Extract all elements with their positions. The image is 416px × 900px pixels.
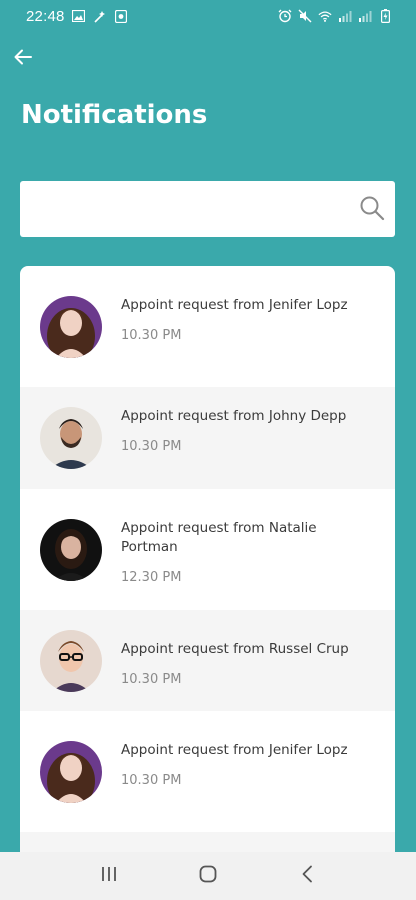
- status-left: 22:48: [26, 8, 128, 25]
- notification-text: Appoint request from Jenifer Lopz 10.30 …: [121, 296, 366, 343]
- notification-time: 10.30 PM: [121, 439, 182, 454]
- app-icon: [114, 9, 128, 23]
- back-button[interactable]: [10, 46, 36, 72]
- notification-title: Appoint request from Johny Depp: [121, 408, 347, 424]
- avatar: [40, 296, 102, 358]
- notification-title: Appoint request from Natalie Portman: [121, 520, 317, 555]
- notification-time: 10.30 PM: [121, 328, 182, 343]
- search-icon[interactable]: [359, 195, 385, 221]
- system-back-button[interactable]: [287, 856, 327, 896]
- battery-icon: [378, 9, 392, 23]
- avatar: [40, 630, 102, 692]
- image-icon: [72, 9, 86, 23]
- search-box[interactable]: [20, 181, 395, 237]
- home-button[interactable]: [188, 856, 228, 896]
- notification-title: Appoint request from Jenifer Lopz: [121, 742, 348, 758]
- status-bar: 22:48: [0, 0, 416, 32]
- recent-apps-button[interactable]: [89, 856, 129, 896]
- notification-item[interactable]: Appoint request from Natalie Portman 12.…: [20, 489, 395, 610]
- avatar: [40, 741, 102, 803]
- wifi-icon: [318, 9, 332, 23]
- notification-text: Appoint request from Russel Crup 10.30 P…: [121, 640, 366, 687]
- wand-icon: [93, 9, 107, 23]
- avatar: [40, 407, 102, 469]
- notification-title: Appoint request from Russel Crup: [121, 641, 349, 657]
- status-right: [278, 9, 392, 23]
- search-input[interactable]: [20, 181, 350, 237]
- notification-time: 10.30 PM: [121, 773, 182, 788]
- back-icon: [301, 865, 313, 888]
- status-time: 22:48: [26, 7, 65, 25]
- alarm-icon: [278, 9, 292, 23]
- notification-item[interactable]: Appoint request from Johny Depp 10.30 PM: [20, 387, 395, 489]
- notification-time: 10.30 PM: [121, 672, 182, 687]
- arrow-left-icon: [14, 49, 32, 70]
- notification-text: Appoint request from Jenifer Lopz 10.30 …: [121, 741, 366, 788]
- notification-text: Appoint request from Natalie Portman 12.…: [121, 519, 366, 585]
- avatar: [40, 519, 102, 581]
- notification-text: Appoint request from Johny Depp 10.30 PM: [121, 407, 366, 454]
- notification-item[interactable]: Appoint request from Jenifer Lopz 10.30 …: [20, 711, 395, 832]
- notification-time: 12.30 PM: [121, 570, 182, 585]
- mute-icon: [298, 9, 312, 23]
- notification-title: Appoint request from Jenifer Lopz: [121, 297, 348, 313]
- signal-icon: [358, 9, 372, 23]
- recent-apps-icon: [100, 866, 118, 887]
- notification-list: Appoint request from Jenifer Lopz 10.30 …: [20, 266, 395, 866]
- notification-item[interactable]: Appoint request from Russel Crup 10.30 P…: [20, 610, 395, 711]
- system-nav-bar: [0, 852, 416, 900]
- home-icon: [199, 865, 217, 888]
- notification-item[interactable]: Appoint request from Jenifer Lopz 10.30 …: [20, 266, 395, 387]
- page-title: Notifications: [21, 100, 208, 130]
- signal-icon: [338, 9, 352, 23]
